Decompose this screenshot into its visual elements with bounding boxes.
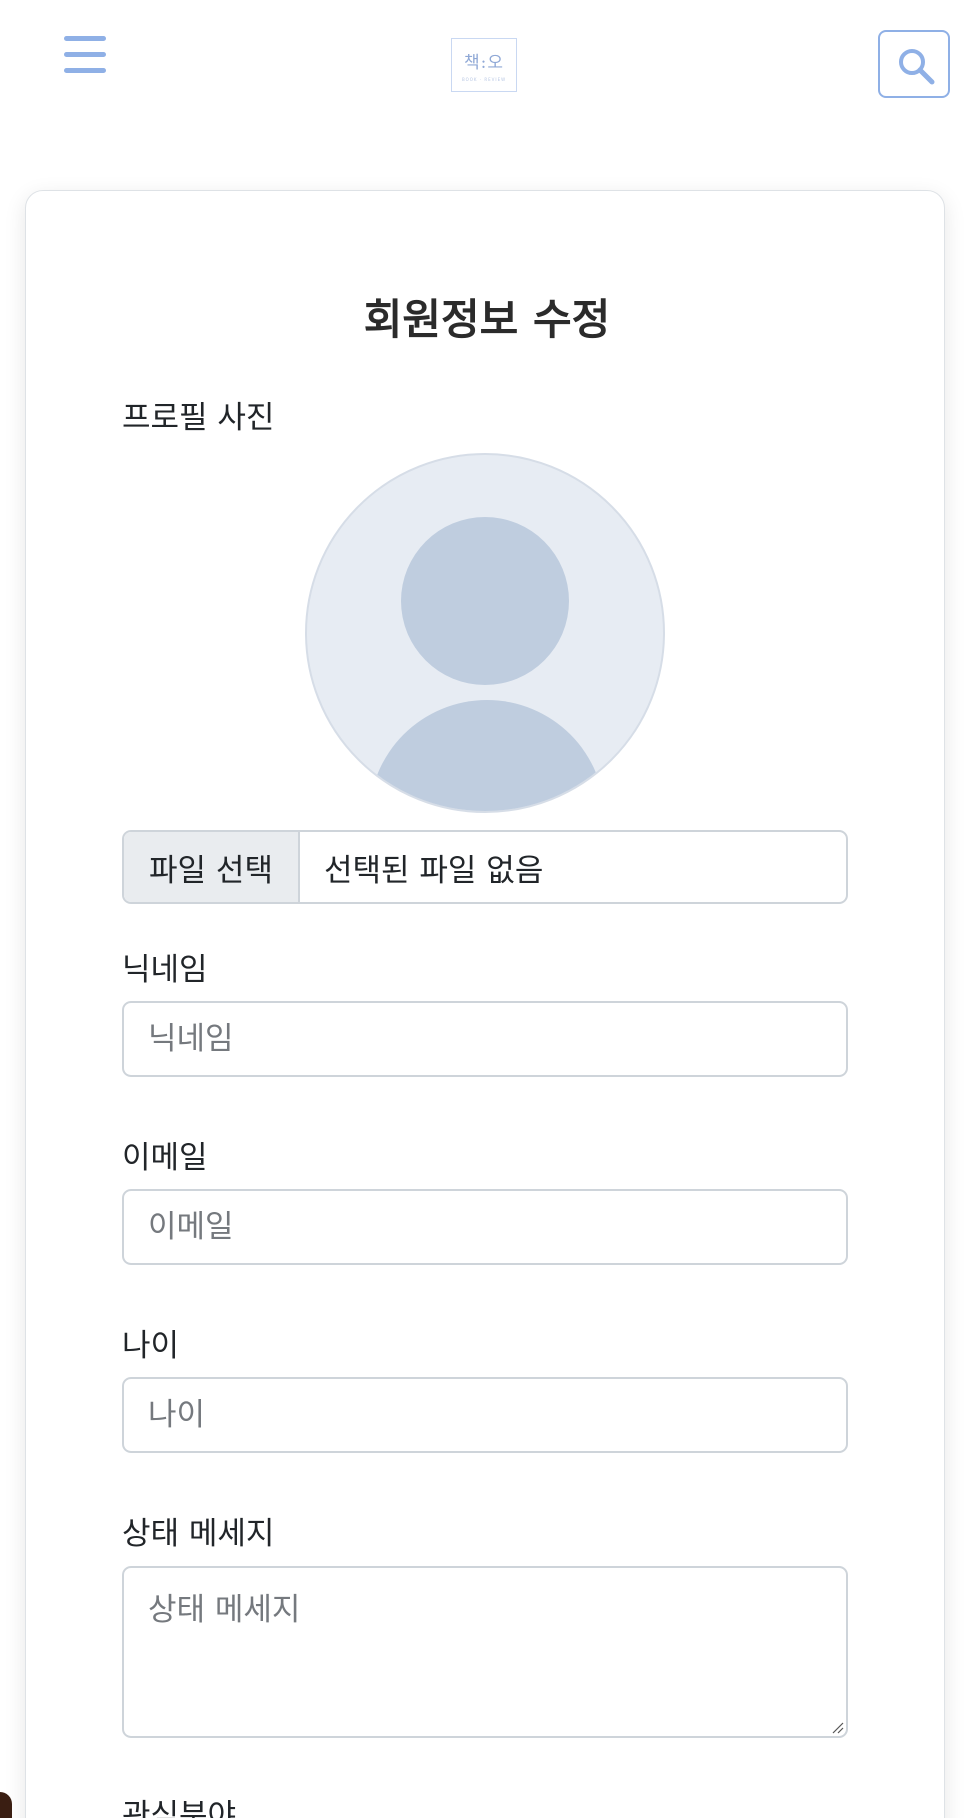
profile-photo-label: 프로필 사진 [122,400,275,436]
status-message-textarea[interactable] [122,1566,848,1738]
nickname-label: 닉네임 [122,952,208,988]
file-status-text: 선택된 파일 없음 [324,852,544,889]
interests-label: 관심분야 [122,1798,237,1818]
top-navbar: 책:오 BOOK · REVIEW [0,0,974,130]
age-input[interactable] [122,1377,848,1453]
logo-text: 책:오 [463,53,504,73]
resize-grip-icon[interactable] [832,1722,844,1734]
age-label: 나이 [122,1328,180,1364]
profile-photo-file-input[interactable]: 파일 선택 선택된 파일 없음 [122,830,848,904]
avatar [305,453,665,813]
email-label: 이메일 [122,1140,208,1176]
search-icon [899,49,935,85]
nickname-input[interactable] [122,1001,848,1077]
window-edge [0,1792,12,1818]
hamburger-line [64,36,106,41]
site-logo[interactable]: 책:오 BOOK · REVIEW [451,38,517,92]
email-input[interactable] [122,1189,848,1265]
avatar-body-shape [369,700,605,811]
logo-subtext: BOOK · REVIEW [461,77,507,82]
status-message-label: 상태 메세지 [122,1516,275,1552]
hamburger-icon[interactable] [60,34,114,78]
avatar-head-shape [401,517,569,685]
choose-file-button[interactable]: 파일 선택 [124,832,300,902]
hamburger-line [64,52,106,57]
page-title: 회원정보 수정 [363,295,611,344]
search-button[interactable] [878,30,950,98]
hamburger-line [64,68,106,73]
